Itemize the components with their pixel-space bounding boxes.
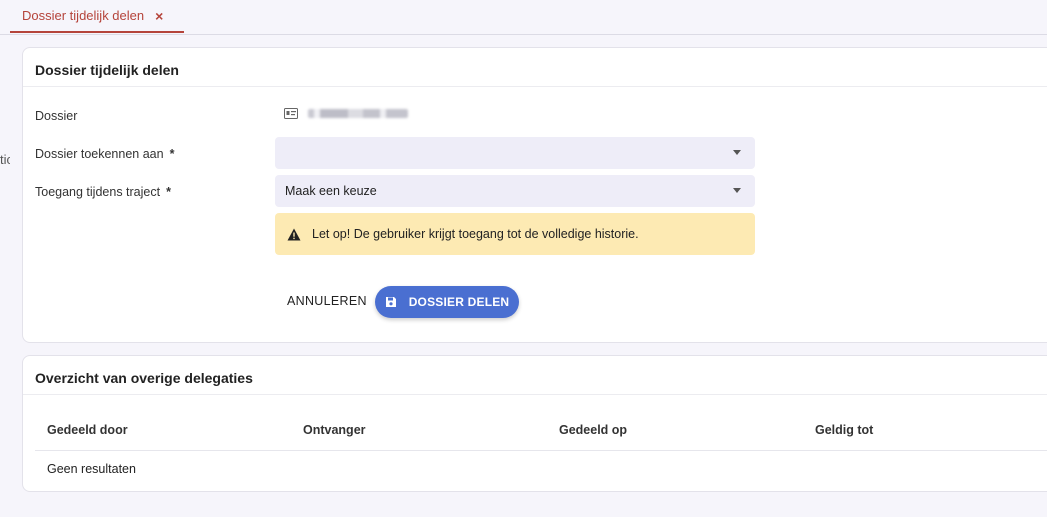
share-dossier-label: DOSSIER DELEN	[408, 295, 510, 309]
column-header-shared-by[interactable]: Gedeeld door	[47, 423, 128, 437]
form-title: Dossier tijdelijk delen	[35, 62, 179, 78]
assign-select[interactable]	[275, 137, 755, 169]
warning-icon	[287, 228, 301, 240]
dossier-value	[284, 108, 408, 119]
chevron-down-icon	[733, 150, 741, 155]
divider	[23, 394, 1047, 395]
close-icon[interactable]: ×	[155, 8, 163, 24]
save-icon	[385, 297, 396, 307]
required-mark: *	[166, 185, 171, 199]
assign-label-text: Dossier toekennen aan	[35, 147, 164, 161]
redacted-dossier-id	[308, 109, 408, 118]
warning-text: Let op! De gebruiker krijgt toegang tot …	[312, 227, 639, 241]
warning-banner: Let op! De gebruiker krijgt toegang tot …	[275, 213, 755, 255]
tab-label: Dossier tijdelijk delen	[22, 8, 145, 23]
access-label: Toegang tijdens traject *	[35, 185, 171, 199]
divider	[23, 86, 1047, 87]
assign-label: Dossier toekennen aan *	[35, 147, 174, 161]
tab-dossier-tijdelijk-delen[interactable]: Dossier tijdelijk delen ×	[10, 0, 184, 33]
id-card-icon	[284, 108, 298, 119]
side-text-fragment: tic	[0, 152, 10, 167]
access-select-value: Maak een keuze	[285, 184, 377, 198]
overview-card: Overzicht van overige delegaties Gedeeld…	[22, 355, 1047, 492]
overview-title: Overzicht van overige delegaties	[35, 370, 253, 386]
dossier-label: Dossier	[35, 109, 78, 123]
share-dossier-button[interactable]: DOSSIER DELEN	[375, 286, 519, 318]
empty-results: Geen resultaten	[47, 462, 136, 476]
required-mark: *	[169, 147, 175, 161]
column-header-valid-until[interactable]: Geldig tot	[815, 423, 873, 437]
tab-bar: Dossier tijdelijk delen ×	[0, 0, 1047, 35]
share-form-card: Dossier tijdelijk delen Dossier Dossier …	[22, 47, 1047, 343]
access-select[interactable]: Maak een keuze	[275, 175, 755, 207]
column-header-recipient[interactable]: Ontvanger	[303, 423, 366, 437]
divider	[35, 450, 1047, 451]
column-header-shared-on[interactable]: Gedeeld op	[559, 423, 627, 437]
chevron-down-icon	[733, 188, 741, 193]
cancel-button[interactable]: ANNULEREN	[287, 294, 367, 308]
access-label-text: Toegang tijdens traject	[35, 185, 161, 199]
